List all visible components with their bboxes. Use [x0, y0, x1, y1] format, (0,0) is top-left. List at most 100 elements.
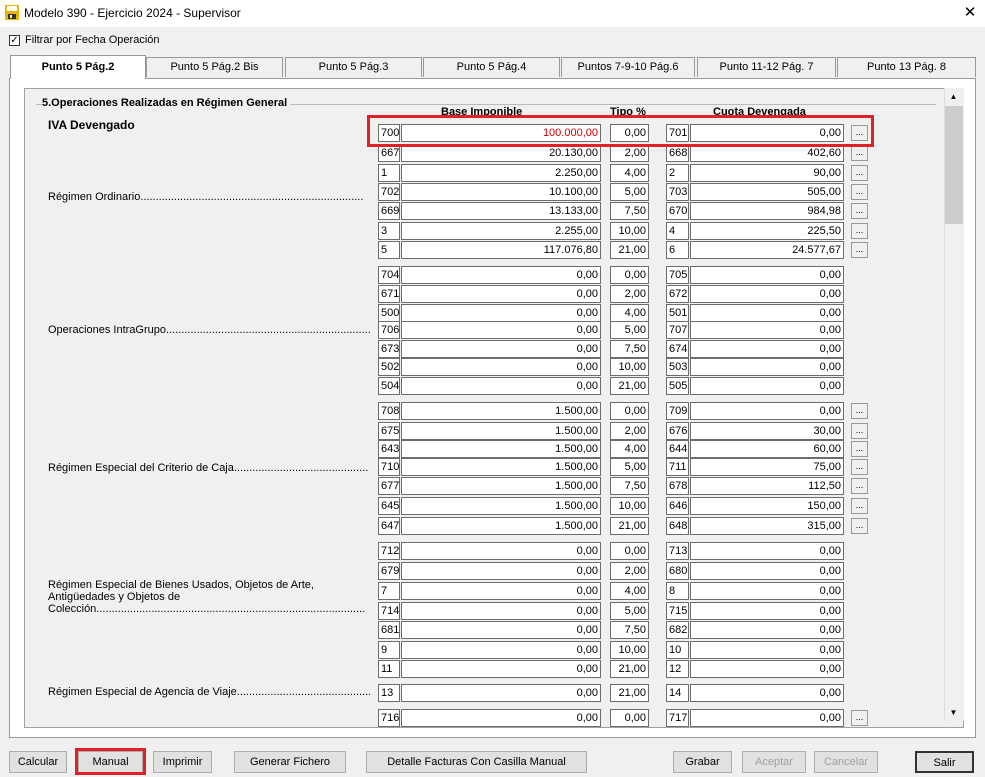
tipo-field[interactable]: 7,50 — [610, 340, 649, 358]
base-imponible-field[interactable]: 0,00 — [401, 304, 601, 322]
base-imponible-field[interactable]: 0,00 — [401, 660, 601, 678]
cuota-devengada-field[interactable]: 0,00 — [690, 684, 844, 702]
base-imponible-field[interactable]: 1.500,00 — [401, 497, 601, 515]
tipo-field[interactable]: 2,00 — [610, 422, 649, 440]
cuota-devengada-field[interactable]: 24.577,67 — [690, 241, 844, 259]
cuota-devengada-field[interactable]: 505,00 — [690, 183, 844, 201]
tipo-field[interactable]: 21,00 — [610, 241, 649, 259]
tipo-field[interactable]: 21,00 — [610, 684, 649, 702]
tipo-field[interactable]: 0,00 — [610, 266, 649, 284]
tipo-field[interactable]: 5,00 — [610, 602, 649, 620]
tab-1[interactable]: Punto 5 Pág.2 — [10, 55, 146, 79]
cuota-devengada-field[interactable]: 0,00 — [690, 377, 844, 395]
tab-6[interactable]: Punto 11-12 Pág. 7 — [697, 57, 836, 77]
tipo-field[interactable]: 21,00 — [610, 377, 649, 395]
scroll-thumb[interactable] — [945, 106, 963, 224]
base-imponible-field[interactable]: 0,00 — [401, 562, 601, 580]
tipo-field[interactable]: 4,00 — [610, 582, 649, 600]
detail-button[interactable]: ... — [851, 518, 868, 534]
cuota-devengada-field[interactable]: 0,00 — [690, 304, 844, 322]
close-icon[interactable]: ✕ — [958, 2, 982, 24]
detail-button[interactable]: ... — [851, 710, 868, 726]
base-imponible-field[interactable]: 2.250,00 — [401, 164, 601, 182]
base-imponible-field[interactable]: 0,00 — [401, 377, 601, 395]
tipo-field[interactable]: 5,00 — [610, 183, 649, 201]
tipo-field[interactable]: 5,00 — [610, 321, 649, 339]
base-imponible-field[interactable]: 0,00 — [401, 641, 601, 659]
cuota-devengada-field[interactable]: 315,00 — [690, 517, 844, 535]
base-imponible-field[interactable]: 0,00 — [401, 621, 601, 639]
tab-4[interactable]: Punto 5 Pág.4 — [423, 57, 560, 77]
cuota-devengada-field[interactable]: 75,00 — [690, 458, 844, 476]
tipo-field[interactable]: 5,00 — [610, 458, 649, 476]
tab-2[interactable]: Punto 5 Pág.2 Bis — [146, 57, 283, 77]
base-imponible-field[interactable]: 0,00 — [401, 542, 601, 560]
cuota-devengada-field[interactable]: 0,00 — [690, 621, 844, 639]
scroll-up-icon[interactable]: ▲ — [944, 88, 963, 105]
tipo-field[interactable]: 10,00 — [610, 497, 649, 515]
detalle-facturas-con-casilla-manual-button[interactable]: Detalle Facturas Con Casilla Manual — [366, 751, 587, 773]
tipo-field[interactable]: 21,00 — [610, 660, 649, 678]
tipo-field[interactable]: 2,00 — [610, 562, 649, 580]
base-imponible-field[interactable]: 0,00 — [401, 582, 601, 600]
cuota-devengada-field[interactable]: 225,50 — [690, 222, 844, 240]
detail-button[interactable]: ... — [851, 403, 868, 419]
detail-button[interactable]: ... — [851, 498, 868, 514]
detail-button[interactable]: ... — [851, 165, 868, 181]
base-imponible-field[interactable]: 0,00 — [401, 684, 601, 702]
detail-button[interactable]: ... — [851, 423, 868, 439]
cuota-devengada-field[interactable]: 90,00 — [690, 164, 844, 182]
base-imponible-field[interactable]: 0,00 — [401, 321, 601, 339]
cuota-devengada-field[interactable]: 0,00 — [690, 709, 844, 727]
detail-button[interactable]: ... — [851, 203, 868, 219]
tipo-field[interactable]: 7,50 — [610, 477, 649, 495]
imprimir-button[interactable]: Imprimir — [153, 751, 212, 773]
detail-button[interactable]: ... — [851, 242, 868, 258]
salir-button[interactable]: Salir — [915, 751, 974, 773]
tipo-field[interactable]: 4,00 — [610, 164, 649, 182]
tipo-field[interactable]: 21,00 — [610, 517, 649, 535]
detail-button[interactable]: ... — [851, 184, 868, 200]
detail-button[interactable]: ... — [851, 478, 868, 494]
base-imponible-field[interactable]: 13.133,00 — [401, 202, 601, 220]
tab-5[interactable]: Puntos 7-9-10 Pág.6 — [561, 57, 695, 77]
calcular-button[interactable]: Calcular — [9, 751, 67, 773]
generar-fichero-button[interactable]: Generar Fichero — [234, 751, 346, 773]
cuota-devengada-field[interactable]: 0,00 — [690, 660, 844, 678]
cuota-devengada-field[interactable]: 0,00 — [690, 285, 844, 303]
detail-button[interactable]: ... — [851, 145, 868, 161]
tipo-field[interactable]: 0,00 — [610, 542, 649, 560]
detail-button[interactable]: ... — [851, 441, 868, 457]
base-imponible-field[interactable]: 2.255,00 — [401, 222, 601, 240]
detail-button[interactable]: ... — [851, 459, 868, 475]
cuota-devengada-field[interactable]: 0,00 — [690, 582, 844, 600]
cuota-devengada-field[interactable]: 112,50 — [690, 477, 844, 495]
base-imponible-field[interactable]: 0,00 — [401, 266, 601, 284]
base-imponible-field[interactable]: 1.500,00 — [401, 458, 601, 476]
base-imponible-field[interactable]: 117.076,80 — [401, 241, 601, 259]
cuota-devengada-field[interactable]: 0,00 — [690, 266, 844, 284]
tipo-field[interactable]: 10,00 — [610, 641, 649, 659]
tipo-field[interactable]: 2,00 — [610, 285, 649, 303]
scroll-down-icon[interactable]: ▼ — [944, 704, 963, 721]
base-imponible-field[interactable]: 0,00 — [401, 709, 601, 727]
tipo-field[interactable]: 0,00 — [610, 709, 649, 727]
cuota-devengada-field[interactable]: 984,98 — [690, 202, 844, 220]
base-imponible-field[interactable]: 0,00 — [401, 602, 601, 620]
base-imponible-field[interactable]: 0,00 — [401, 358, 601, 376]
cuota-devengada-field[interactable]: 150,00 — [690, 497, 844, 515]
base-imponible-field[interactable]: 0,00 — [401, 285, 601, 303]
base-imponible-field[interactable]: 1.500,00 — [401, 422, 601, 440]
tab-3[interactable]: Punto 5 Pág.3 — [285, 57, 422, 77]
base-imponible-field[interactable]: 1.500,00 — [401, 477, 601, 495]
tipo-field[interactable]: 7,50 — [610, 621, 649, 639]
tipo-field[interactable]: 10,00 — [610, 358, 649, 376]
cuota-devengada-field[interactable]: 0,00 — [690, 321, 844, 339]
cuota-devengada-field[interactable]: 0,00 — [690, 340, 844, 358]
cuota-devengada-field[interactable]: 60,00 — [690, 440, 844, 458]
cuota-devengada-field[interactable]: 0,00 — [690, 641, 844, 659]
cuota-devengada-field[interactable]: 0,00 — [690, 358, 844, 376]
tipo-field[interactable]: 0,00 — [610, 402, 649, 420]
cuota-devengada-field[interactable]: 0,00 — [690, 602, 844, 620]
tipo-field[interactable]: 10,00 — [610, 222, 649, 240]
